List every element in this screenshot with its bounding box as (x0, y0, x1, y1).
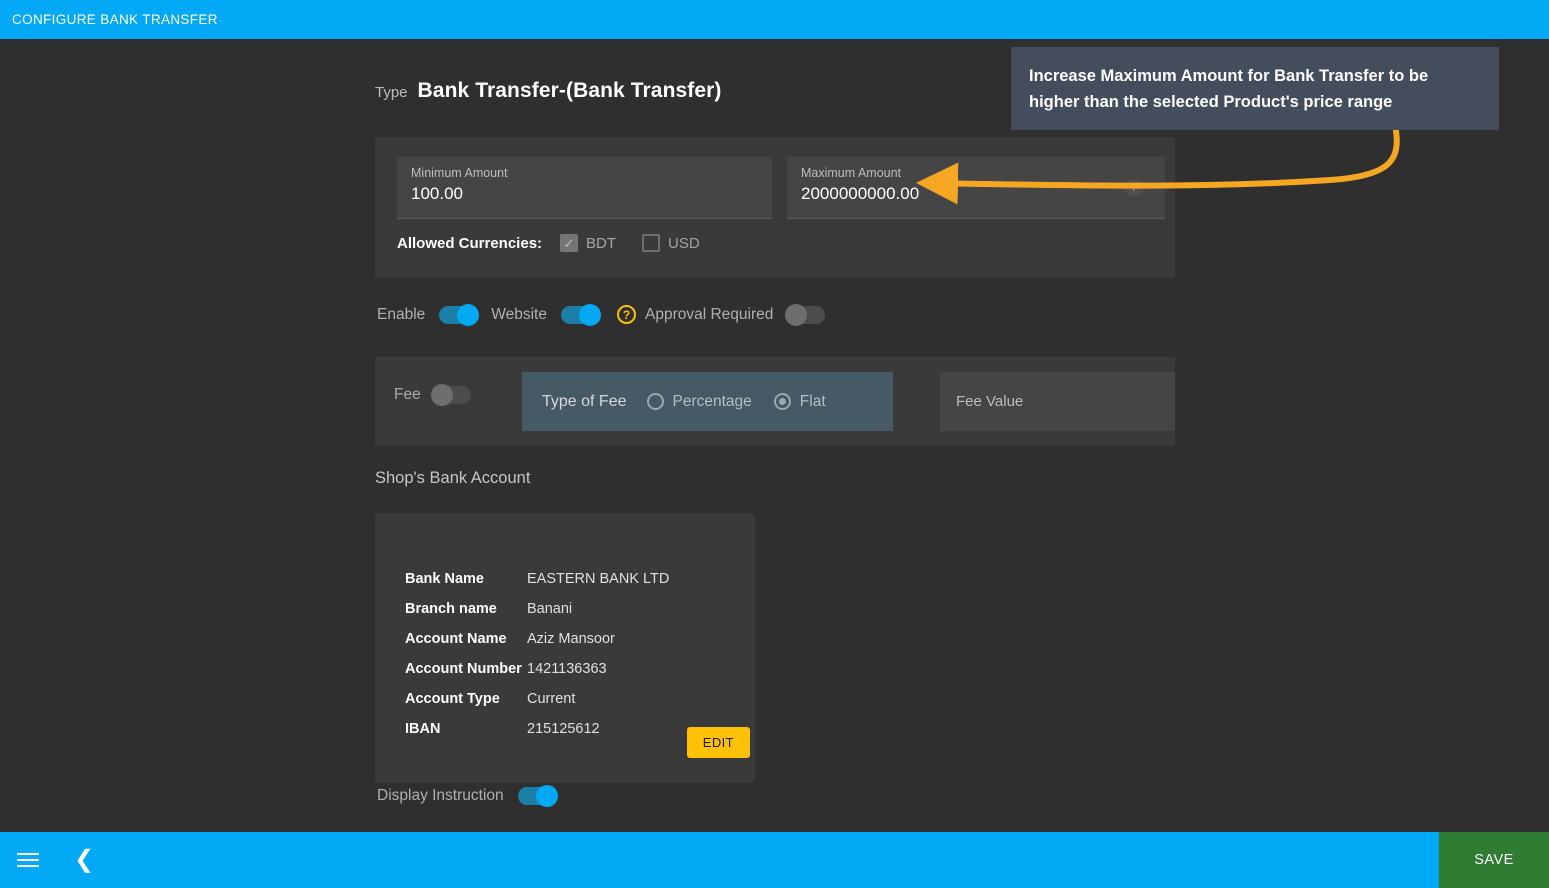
app-root: CONFIGURE BANK TRANSFER Type Bank Transf… (0, 0, 1549, 888)
table-row: Account Type Current (405, 691, 669, 707)
type-of-fee-label: Type of Fee (542, 392, 627, 410)
radio-selected-icon[interactable] (773, 393, 791, 410)
fee-value-placeholder: Fee Value (956, 393, 1024, 410)
fee-label: Fee (394, 386, 421, 403)
top-app-bar: CONFIGURE BANK TRANSFER (0, 0, 1549, 39)
display-instruction-toggle[interactable] (517, 785, 558, 807)
bank-account-section-title: Shop's Bank Account (375, 469, 531, 487)
minimum-amount-value: 100.00 (411, 184, 463, 203)
row-key: Account Type (405, 691, 500, 707)
annotation-tooltip: Increase Maximum Amount for Bank Transfe… (1011, 47, 1499, 130)
amount-card: Minimum Amount 100.00 Maximum Amount 200… (375, 137, 1175, 278)
table-row: Account Name Aziz Mansoor (405, 631, 669, 647)
fee-option-percentage-label: Percentage (672, 392, 752, 410)
type-row: Type Bank Transfer-(Bank Transfer) (375, 79, 722, 103)
type-value: Bank Transfer-(Bank Transfer) (417, 79, 722, 102)
row-key: Branch name (405, 601, 497, 617)
maximum-amount-label: Maximum Amount (801, 166, 902, 180)
currency-option-bdt[interactable]: ✓ BDT (560, 234, 616, 252)
fee-toggle[interactable] (430, 384, 471, 406)
toggle-knob (457, 303, 480, 326)
bank-account-card: Bank Name EASTERN BANK LTD Branch name B… (375, 513, 755, 783)
approval-required-toggle[interactable] (785, 303, 826, 326)
checkbox-checked-icon[interactable]: ✓ (560, 234, 579, 252)
maximum-amount-value: 2000000000.00 (801, 184, 920, 203)
currency-option-usd[interactable]: USD (642, 234, 700, 252)
allowed-currencies-row: Allowed Currencies: ✓ BDT USD (397, 234, 726, 252)
help-question-icon[interactable]: ? (616, 305, 636, 324)
minimum-amount-label: Minimum Amount (411, 166, 508, 180)
fee-option-flat-label: Flat (799, 392, 826, 410)
row-value: 215125612 (527, 721, 600, 737)
fee-option-percentage[interactable]: Percentage (646, 392, 752, 411)
currency-label-usd: USD (668, 234, 700, 252)
toggle-knob (535, 785, 558, 807)
radio-unselected-icon[interactable] (646, 393, 664, 410)
table-row: Branch name Banani (405, 601, 669, 617)
row-key: Account Number (405, 661, 522, 677)
website-label: Website (491, 305, 547, 323)
info-icon[interactable]: i (1125, 179, 1143, 197)
bottom-app-bar: ❮ SAVE (0, 832, 1549, 888)
row-value: Banani (527, 601, 573, 617)
table-row: Account Number 1421136363 (405, 661, 669, 677)
row-key: Account Name (405, 631, 507, 647)
menu-button[interactable] (0, 832, 56, 888)
currency-label-bdt: BDT (586, 234, 617, 252)
fee-toggle-wrap: Fee (394, 384, 471, 406)
type-label: Type (375, 84, 408, 101)
minimum-amount-field[interactable]: Minimum Amount 100.00 (397, 157, 772, 219)
table-row: IBAN 215125612 (405, 721, 669, 737)
approval-required-label: Approval Required (644, 305, 774, 323)
toggle-knob (578, 303, 601, 326)
page-title: CONFIGURE BANK TRANSFER (12, 12, 218, 27)
fee-value-field[interactable]: Fee Value (940, 372, 1175, 431)
row-value: EASTERN BANK LTD (527, 571, 670, 587)
display-instruction-row: Display Instruction (377, 785, 558, 807)
type-of-fee-group: Type of Fee Percentage Flat (522, 372, 893, 431)
row-key: IBAN (405, 721, 441, 737)
feature-toggles-row: Enable Website ? Approval Required (377, 303, 839, 326)
save-button[interactable]: SAVE (1439, 832, 1549, 888)
allowed-currencies-label: Allowed Currencies: (397, 234, 543, 252)
website-toggle[interactable] (560, 303, 601, 326)
bank-account-table: Bank Name EASTERN BANK LTD Branch name B… (405, 571, 669, 751)
toggle-knob (430, 384, 453, 406)
row-value: Current (527, 691, 576, 707)
row-value: Aziz Mansoor (527, 631, 615, 647)
fee-card: Fee Type of Fee Percentage Flat Fee Valu… (375, 357, 1175, 446)
hamburger-icon (17, 849, 39, 871)
back-button[interactable]: ❮ (56, 832, 112, 888)
fee-option-flat[interactable]: Flat (773, 392, 826, 411)
enable-label: Enable (377, 305, 426, 323)
table-row: Bank Name EASTERN BANK LTD (405, 571, 669, 587)
maximum-amount-field[interactable]: Maximum Amount 2000000000.00 i (787, 157, 1165, 219)
annotation-text: Increase Maximum Amount for Bank Transfe… (1029, 66, 1429, 111)
main-content: Type Bank Transfer-(Bank Transfer) Minim… (0, 39, 1549, 832)
row-value: 1421136363 (527, 661, 607, 677)
enable-toggle[interactable] (439, 303, 480, 326)
display-instruction-label: Display Instruction (377, 787, 504, 804)
row-key: Bank Name (405, 571, 484, 587)
chevron-left-icon: ❮ (73, 846, 95, 873)
checkbox-unchecked-icon[interactable] (642, 234, 661, 252)
edit-bank-account-button[interactable]: EDIT (686, 727, 750, 758)
toggle-knob (785, 303, 808, 326)
